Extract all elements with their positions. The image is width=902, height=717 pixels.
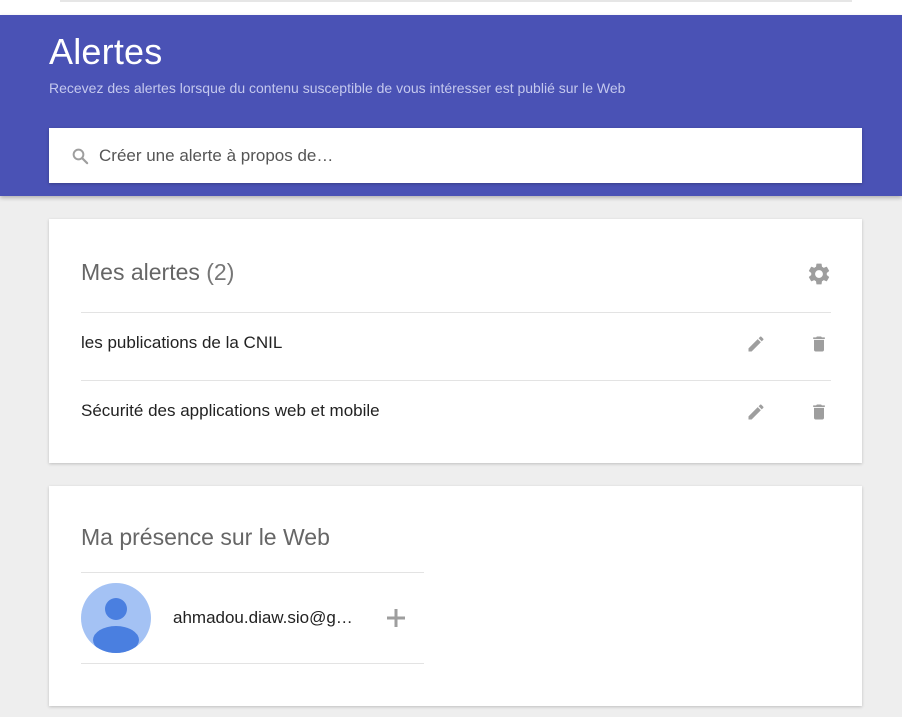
gear-icon[interactable] <box>806 261 832 287</box>
my-alerts-card: Mes alertes (2) les publications de la C… <box>49 219 862 463</box>
alerts-header: Alertes Recevez des alertes lorsque du c… <box>0 15 902 196</box>
account-row: ahmadou.diaw.sio@g… <box>81 572 424 664</box>
web-presence-card: Ma présence sur le Web ahmadou.diaw.sio@… <box>49 486 862 706</box>
top-strip-divider <box>60 0 852 2</box>
page-subtitle: Recevez des alertes lorsque du contenu s… <box>49 80 626 96</box>
trash-icon[interactable] <box>807 400 831 424</box>
alert-row[interactable]: les publications de la CNIL <box>81 312 831 380</box>
plus-icon[interactable] <box>384 606 408 630</box>
top-strip <box>0 0 902 15</box>
avatar-icon <box>81 583 151 653</box>
page-title: Alertes <box>49 31 163 72</box>
pencil-icon[interactable] <box>744 332 768 356</box>
pencil-icon[interactable] <box>744 400 768 424</box>
alert-row[interactable]: Sécurité des applications web et mobile <box>81 380 831 448</box>
web-presence-title: Ma présence sur le Web <box>81 524 330 550</box>
search-icon <box>71 146 91 166</box>
alert-label[interactable]: les publications de la CNIL <box>81 333 744 353</box>
alert-label[interactable]: Sécurité des applications web et mobile <box>81 401 744 421</box>
account-email: ahmadou.diaw.sio@g… <box>173 608 353 627</box>
alerts-count: (2) <box>206 259 235 285</box>
trash-icon[interactable] <box>807 332 831 356</box>
create-alert-input[interactable] <box>99 128 862 183</box>
search-box[interactable] <box>49 128 862 183</box>
my-alerts-title: Mes alertes (2) <box>81 259 234 286</box>
my-alerts-title-text: Mes alertes <box>81 259 200 285</box>
